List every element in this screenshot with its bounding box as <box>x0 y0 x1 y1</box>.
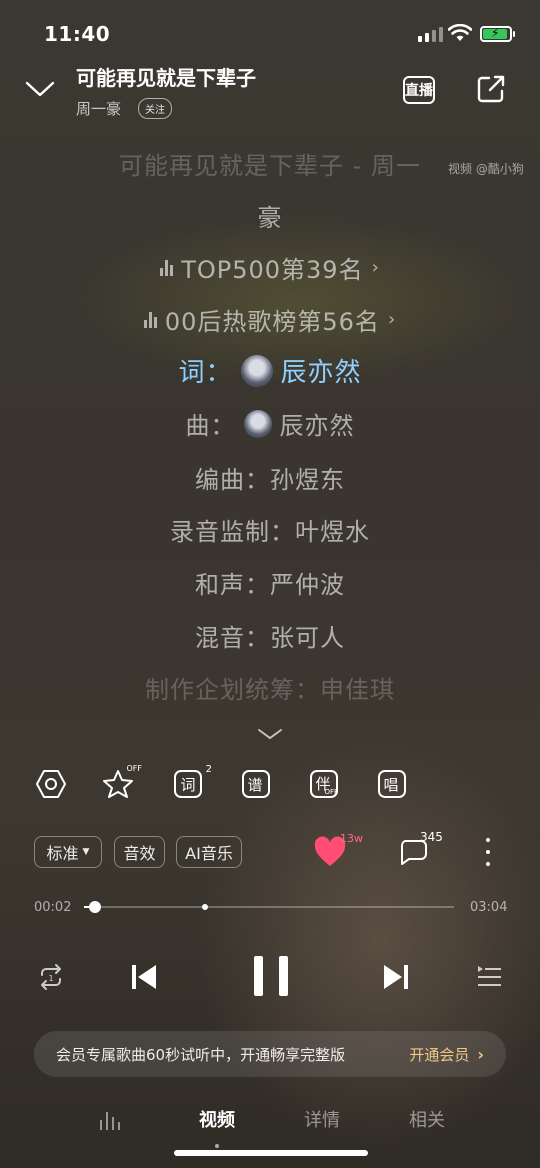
chevron-right-icon: › <box>477 1044 484 1064</box>
rank-top500-link[interactable]: TOP500第39名 › <box>0 250 540 285</box>
avatar <box>240 354 273 387</box>
chevron-right-icon: › <box>371 257 380 278</box>
chart-bars-icon <box>160 259 174 276</box>
collapse-chevron-icon[interactable] <box>24 78 56 100</box>
chevron-right-icon: › <box>387 309 397 330</box>
artist-name[interactable]: 周一豪 <box>76 98 121 119</box>
lyric-line: 和声：严仲波 <box>195 571 345 599</box>
avatar <box>243 409 272 438</box>
lyricist-line[interactable]: 词： 辰亦然 <box>0 352 540 389</box>
open-vip-link[interactable]: 开通会员 <box>409 1044 469 1065</box>
star-effect-icon[interactable]: OFF <box>102 764 142 800</box>
sound-effect-button[interactable]: 音效 <box>114 836 165 868</box>
settings-hexagon-icon[interactable] <box>35 768 67 800</box>
lyric-icon[interactable]: 词 2 <box>172 764 212 800</box>
ai-music-button[interactable]: AI音乐 <box>176 836 242 868</box>
vip-message: 会员专属歌曲60秒试听中，开通畅享完整版 <box>56 1045 346 1064</box>
sheet-music-icon[interactable]: 谱 <box>240 768 272 800</box>
battery-icon: ⚡ <box>480 26 515 42</box>
playlist-icon[interactable] <box>476 964 502 990</box>
total-time: 03:04 <box>470 900 508 915</box>
quality-select[interactable]: 标准 ▼ <box>34 836 102 868</box>
tab-equalizer-icon[interactable] <box>100 1110 120 1130</box>
cellular-signal-icon <box>418 26 443 42</box>
previous-track-icon[interactable] <box>130 962 158 992</box>
song-title: 可能再见就是下辈子 <box>76 66 256 90</box>
like-count: 13w <box>340 832 363 845</box>
progress-knob[interactable] <box>89 901 102 913</box>
wifi-icon <box>448 24 472 41</box>
composer-line[interactable]: 曲： 辰亦然 <box>0 406 540 441</box>
home-indicator[interactable] <box>174 1150 368 1156</box>
svg-text:谱: 谱 <box>247 776 262 794</box>
expand-chevron-icon[interactable] <box>256 726 284 742</box>
pause-button[interactable] <box>254 956 288 996</box>
repeat-icon[interactable]: 1 <box>36 962 66 992</box>
follow-button[interactable]: 关注 <box>138 98 172 119</box>
share-icon[interactable] <box>476 74 506 104</box>
lyric-line: 豪 <box>257 204 283 232</box>
svg-text:1: 1 <box>48 974 53 983</box>
status-time: 11:40 <box>44 22 111 46</box>
more-options-icon[interactable] <box>484 838 492 866</box>
lyric-line: 录音监制：叶煜水 <box>170 518 370 546</box>
vip-trial-banner[interactable]: 会员专属歌曲60秒试听中，开通畅享完整版 开通会员 › <box>34 1031 506 1077</box>
status-bar: 11:40 ⚡ <box>0 18 540 50</box>
tab-video[interactable]: 视频 <box>199 1106 235 1132</box>
svg-text:唱: 唱 <box>383 776 398 794</box>
progress-slider[interactable] <box>84 901 454 913</box>
lyric-line: 可能再见就是下辈子 - 周一 <box>119 152 421 180</box>
chart-bars-icon <box>143 311 157 328</box>
tab-related[interactable]: 相关 <box>409 1106 445 1132</box>
karaoke-sing-icon[interactable]: 唱 <box>376 768 408 800</box>
live-button[interactable]: 直播 <box>403 76 435 104</box>
tab-details[interactable]: 详情 <box>304 1106 340 1132</box>
lyric-line: 混音：张可人 <box>195 624 345 652</box>
current-time: 00:02 <box>34 900 72 915</box>
caret-down-icon: ▼ <box>82 847 90 857</box>
rank-00s-link[interactable]: 00后热歌榜第56名 › <box>0 302 540 337</box>
lyric-line: 编曲：孙煜东 <box>195 466 345 494</box>
next-track-icon[interactable] <box>382 962 410 992</box>
accompaniment-icon[interactable]: 伴 OFF <box>308 768 340 800</box>
comment-count: 345 <box>420 830 443 844</box>
active-tab-indicator <box>215 1144 219 1148</box>
svg-text:词: 词 <box>180 776 195 794</box>
trial-end-marker <box>201 904 208 910</box>
lyric-line: 制作企划统筹：申佳琪 <box>145 676 395 704</box>
